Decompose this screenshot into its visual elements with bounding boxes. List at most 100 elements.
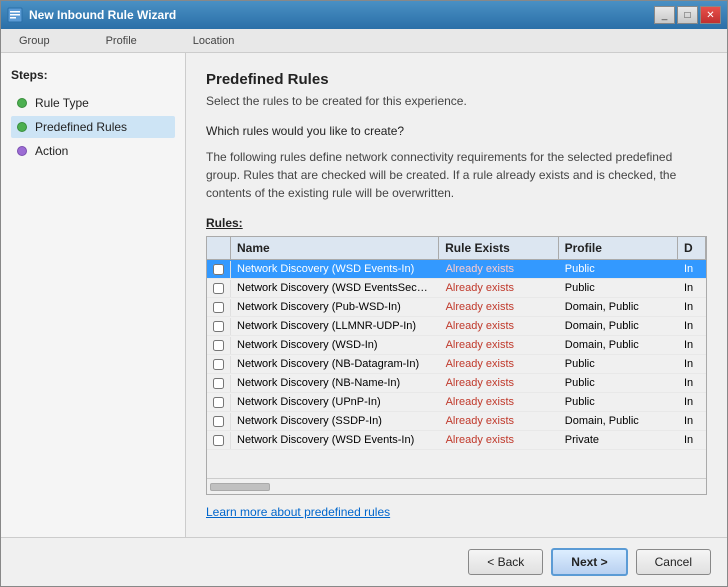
window-title: New Inbound Rule Wizard [29,8,654,22]
row-checkbox[interactable] [207,280,231,297]
cell-name: Network Discovery (LLMNR-UDP-In) [231,317,440,335]
cell-rule-exists: Already exists [440,317,559,335]
th-direction: D [678,237,706,259]
sidebar: Steps: Rule Type Predefined Rules Action [1,53,186,537]
cell-direction: In [678,260,706,278]
cell-direction: In [678,336,706,354]
cell-rule-exists: Already exists [440,431,559,449]
nav-profile: Profile [98,33,145,49]
table-row[interactable]: Network Discovery (SSDP-In)Already exist… [207,412,706,431]
table-row[interactable]: Network Discovery (LLMNR-UDP-In)Already … [207,317,706,336]
th-profile: Profile [559,237,678,259]
sidebar-item-action[interactable]: Action [11,140,175,162]
row-checkbox[interactable] [207,299,231,316]
table-row[interactable]: Network Discovery (WSD Events-In)Already… [207,260,706,279]
table-body-wrapper: Network Discovery (WSD Events-In)Already… [207,260,706,478]
table-row[interactable]: Network Discovery (WSD-In)Already exists… [207,336,706,355]
rules-label: Rules: [206,216,707,230]
cell-profile: Domain, Public [559,336,678,354]
page-subtitle: Select the rules to be created for this … [206,94,707,108]
step-dot-predefined-rules [17,122,27,132]
cell-profile: Domain, Public [559,412,678,430]
cell-profile: Domain, Public [559,298,678,316]
cell-direction: In [678,355,706,373]
cell-rule-exists: Already exists [440,279,559,297]
cell-direction: In [678,374,706,392]
cell-direction: In [678,279,706,297]
title-bar-buttons: _ □ ✕ [654,6,721,24]
row-checkbox[interactable] [207,413,231,430]
content-area: Steps: Rule Type Predefined Rules Action… [1,53,727,537]
row-checkbox[interactable] [207,337,231,354]
step-dot-rule-type [17,98,27,108]
cell-rule-exists: Already exists [440,374,559,392]
minimize-button[interactable]: _ [654,6,675,24]
table-row[interactable]: Network Discovery (NB-Name-In)Already ex… [207,374,706,393]
cell-name: Network Discovery (NB-Name-In) [231,374,440,392]
page-title: Predefined Rules [206,71,707,88]
cell-name: Network Discovery (WSD Events-In) [231,260,440,278]
nav-bar: Group Profile Location [1,29,727,53]
row-checkbox[interactable] [207,356,231,373]
row-checkbox[interactable] [207,394,231,411]
cell-name: Network Discovery (SSDP-In) [231,412,440,430]
cell-direction: In [678,298,706,316]
nav-group: Group [11,33,58,49]
table-header: Name Rule Exists Profile D [207,237,706,260]
table-row[interactable]: Network Discovery (UPnP-In)Already exist… [207,393,706,412]
cell-direction: In [678,393,706,411]
cell-direction: In [678,317,706,335]
sidebar-label-action: Action [35,144,68,158]
close-button[interactable]: ✕ [700,6,721,24]
cell-rule-exists: Already exists [440,355,559,373]
description-text: The following rules define network conne… [206,148,707,202]
cell-profile: Private [559,431,678,449]
cell-name: Network Discovery (Pub-WSD-In) [231,298,440,316]
cell-profile: Public [559,355,678,373]
cell-profile: Public [559,279,678,297]
table-row[interactable]: Network Discovery (WSD EventsSecure-In)A… [207,279,706,298]
footer: < Back Next > Cancel [1,537,727,586]
cell-rule-exists: Already exists [440,412,559,430]
cell-direction: In [678,431,706,449]
back-button[interactable]: < Back [468,549,543,575]
rules-table-container: Name Rule Exists Profile D Network Disco… [206,236,707,495]
cell-profile: Public [559,260,678,278]
th-checkbox [207,237,231,259]
next-button[interactable]: Next > [551,548,627,576]
cell-name: Network Discovery (NB-Datagram-In) [231,355,440,373]
row-checkbox[interactable] [207,261,231,278]
table-row[interactable]: Network Discovery (WSD Events-In)Already… [207,431,706,450]
th-rule-exists: Rule Exists [439,237,558,259]
cell-name: Network Discovery (WSD-In) [231,336,440,354]
step-dot-action [17,146,27,156]
sidebar-label-rule-type: Rule Type [35,96,89,110]
horizontal-scrollbar[interactable] [207,478,706,494]
cell-rule-exists: Already exists [440,336,559,354]
cancel-button[interactable]: Cancel [636,549,711,575]
cell-name: Network Discovery (UPnP-In) [231,393,440,411]
table-row[interactable]: Network Discovery (NB-Datagram-In)Alread… [207,355,706,374]
table-row[interactable]: Network Discovery (Pub-WSD-In)Already ex… [207,298,706,317]
cell-profile: Public [559,374,678,392]
cell-profile: Domain, Public [559,317,678,335]
cell-direction: In [678,412,706,430]
window-icon [7,7,23,23]
maximize-button[interactable]: □ [677,6,698,24]
h-scroll-thumb[interactable] [210,483,270,491]
sidebar-label-predefined-rules: Predefined Rules [35,120,127,134]
table-body: Network Discovery (WSD Events-In)Already… [207,260,706,478]
cell-rule-exists: Already exists [440,298,559,316]
nav-location: Location [185,33,243,49]
sidebar-item-predefined-rules[interactable]: Predefined Rules [11,116,175,138]
learn-more-link[interactable]: Learn more about predefined rules [206,505,707,519]
row-checkbox[interactable] [207,375,231,392]
row-checkbox[interactable] [207,318,231,335]
cell-rule-exists: Already exists [440,260,559,278]
row-checkbox[interactable] [207,432,231,449]
th-name: Name [231,237,439,259]
question-text: Which rules would you like to create? [206,124,707,138]
sidebar-item-rule-type[interactable]: Rule Type [11,92,175,114]
main-content: Predefined Rules Select the rules to be … [186,53,727,537]
cell-profile: Public [559,393,678,411]
